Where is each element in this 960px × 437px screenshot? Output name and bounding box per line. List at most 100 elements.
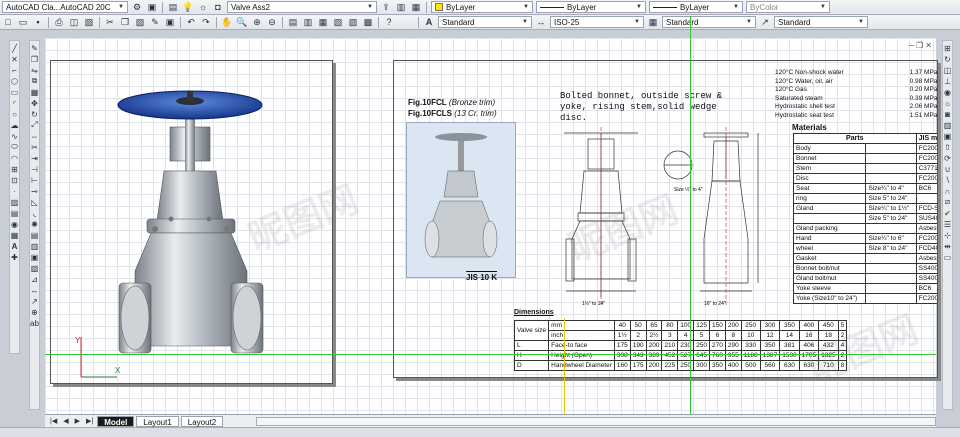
- section-icon[interactable]: ▥: [943, 120, 953, 130]
- calculator-icon[interactable]: ▩: [362, 16, 374, 28]
- move-icon[interactable]: ✥: [30, 98, 40, 108]
- last-tab-icon[interactable]: ▶|: [84, 417, 95, 425]
- offset-icon[interactable]: ⧉: [30, 76, 40, 86]
- join-icon[interactable]: ⊸: [30, 186, 40, 196]
- horizontal-scrollbar[interactable]: [256, 416, 936, 426]
- ellipse-arc-icon[interactable]: ◠: [10, 153, 20, 163]
- break-at-point-icon[interactable]: ⊣: [30, 164, 40, 174]
- gear-icon[interactable]: ⚙: [131, 1, 143, 13]
- pan-icon[interactable]: ✋: [221, 16, 233, 28]
- restore-icon[interactable]: ❐: [916, 41, 923, 50]
- make-block-icon[interactable]: ⊡: [10, 175, 20, 185]
- lock-icon[interactable]: ◘: [212, 1, 224, 13]
- mirror-icon[interactable]: ⇋: [30, 65, 40, 75]
- copy-icon[interactable]: ❐: [119, 16, 131, 28]
- drawing-canvas[interactable]: ─ ❐ ✕ Y X Fig.10FCL (Bronze trim) Fig.10…: [45, 16, 938, 414]
- solid-icon[interactable]: ▣: [943, 131, 953, 141]
- add-selected-icon[interactable]: ✚: [10, 252, 20, 262]
- sheet-set-icon[interactable]: ▧: [332, 16, 344, 28]
- undo-icon[interactable]: ↶: [185, 16, 197, 28]
- prev-tab-icon[interactable]: ◀: [61, 417, 70, 425]
- chamfer-icon[interactable]: ◺: [30, 197, 40, 207]
- workspace-settings-icon[interactable]: ▣: [146, 1, 158, 13]
- break-icon[interactable]: ⊢: [30, 175, 40, 185]
- camera-icon[interactable]: ◙: [943, 109, 953, 119]
- intersect-icon[interactable]: ∩: [943, 186, 953, 196]
- table-style-dropdown[interactable]: Standard ▼: [662, 16, 756, 28]
- markup-icon[interactable]: ▨: [347, 16, 359, 28]
- view-icon[interactable]: ◫: [943, 65, 953, 75]
- erase-icon[interactable]: ✎: [30, 43, 40, 53]
- draworder-icon[interactable]: ▧: [30, 263, 40, 273]
- lineweight-dropdown[interactable]: ByLayer ▼: [649, 1, 743, 13]
- multileader-style-dropdown[interactable]: Standard ▼: [774, 16, 868, 28]
- zoom-realtime-icon[interactable]: 🔍: [236, 16, 248, 28]
- close-icon[interactable]: ✕: [925, 41, 932, 50]
- design-center-icon[interactable]: ▥: [302, 16, 314, 28]
- open-icon[interactable]: ▭: [17, 16, 29, 28]
- workspace-dropdown[interactable]: AutoCAD Cla...AutoCAD 20C ▼: [2, 1, 128, 13]
- print-preview-icon[interactable]: ◫: [68, 16, 80, 28]
- plotstyle-dropdown[interactable]: ByColor ▼: [746, 1, 830, 13]
- new-icon[interactable]: □: [2, 16, 14, 28]
- table-style-icon[interactable]: ▦: [647, 16, 659, 28]
- area-icon[interactable]: ▭: [943, 252, 953, 262]
- group-icon[interactable]: ▣: [30, 252, 40, 262]
- tool-palettes-icon[interactable]: ▦: [317, 16, 329, 28]
- first-tab-icon[interactable]: |◀: [48, 417, 59, 425]
- dim-style-dropdown[interactable]: ISO-25 ▼: [550, 16, 644, 28]
- table-icon[interactable]: ▦: [10, 230, 20, 240]
- print-icon[interactable]: ⎙: [53, 16, 65, 28]
- rectangle-icon[interactable]: ▭: [10, 87, 20, 97]
- region-icon[interactable]: ◉: [10, 219, 20, 229]
- spline-icon[interactable]: ∿: [10, 131, 20, 141]
- cut-icon[interactable]: ✂: [104, 16, 116, 28]
- match-properties-icon[interactable]: ✎: [149, 16, 161, 28]
- distance-icon[interactable]: ⇹: [943, 241, 953, 251]
- rotate-icon[interactable]: ↻: [30, 109, 40, 119]
- trim-icon[interactable]: ✂: [30, 142, 40, 152]
- union-icon[interactable]: ∪: [943, 164, 953, 174]
- layer-states-icon[interactable]: ▦: [410, 1, 422, 13]
- help-icon[interactable]: ?: [383, 16, 395, 28]
- copy-object-icon[interactable]: ❐: [30, 54, 40, 64]
- explode-icon[interactable]: ✺: [30, 219, 40, 229]
- slice-icon[interactable]: ⧄: [943, 197, 953, 207]
- minimize-icon[interactable]: ─: [908, 41, 914, 50]
- light-icon[interactable]: ☼: [943, 98, 953, 108]
- array-icon[interactable]: ▦: [30, 87, 40, 97]
- layer-dropdown[interactable]: Valve Ass2 ▼: [227, 1, 377, 13]
- text-style-dropdown[interactable]: Standard ▼: [438, 16, 532, 28]
- layer-properties-icon[interactable]: ▤: [167, 1, 179, 13]
- dimension-icon[interactable]: ↔: [30, 285, 40, 295]
- fillet-icon[interactable]: ◟: [30, 208, 40, 218]
- line-icon[interactable]: ╱: [10, 43, 20, 53]
- layer-previous-icon[interactable]: ▥: [395, 1, 407, 13]
- multileader-style-icon[interactable]: ↗: [759, 16, 771, 28]
- redo-icon[interactable]: ↷: [200, 16, 212, 28]
- paste-icon[interactable]: ▨: [134, 16, 146, 28]
- tab-model[interactable]: Model: [97, 415, 135, 427]
- lightbulb-icon[interactable]: 💡: [182, 1, 194, 13]
- sun-icon[interactable]: ☼: [197, 1, 209, 13]
- make-current-icon[interactable]: ⇪: [380, 1, 392, 13]
- gradient-icon[interactable]: ▤: [10, 208, 20, 218]
- orbit-icon[interactable]: ↻: [943, 54, 953, 64]
- block-editor-icon[interactable]: ▣: [164, 16, 176, 28]
- text-style-icon[interactable]: A: [423, 16, 435, 28]
- zoom-previous-icon[interactable]: ⊖: [266, 16, 278, 28]
- id-point-icon[interactable]: ⊹: [943, 230, 953, 240]
- measure-icon[interactable]: ⊿: [30, 274, 40, 284]
- render-icon[interactable]: ◉: [943, 87, 953, 97]
- arc-icon[interactable]: ◜: [10, 98, 20, 108]
- subtract-icon[interactable]: ∖: [943, 175, 953, 185]
- polygon-icon[interactable]: ⬡: [10, 76, 20, 86]
- zoom-extents-icon[interactable]: ⊞: [943, 43, 953, 53]
- circle-icon[interactable]: ○: [10, 109, 20, 119]
- point-icon[interactable]: ·: [10, 186, 20, 196]
- polyline-icon[interactable]: ⌐: [10, 65, 20, 75]
- insert-block-icon[interactable]: ⊞: [10, 164, 20, 174]
- multiline-text-icon[interactable]: A: [10, 241, 20, 251]
- tab-layout1[interactable]: Layout1: [136, 415, 179, 427]
- stretch-icon[interactable]: ⇔: [30, 131, 40, 141]
